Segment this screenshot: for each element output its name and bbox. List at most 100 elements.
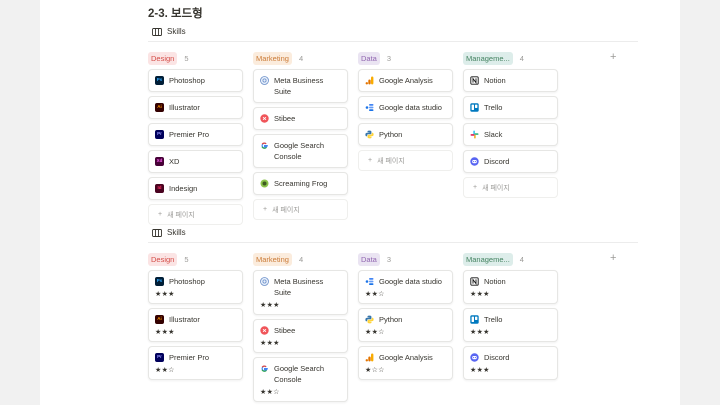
board-view-icon bbox=[152, 228, 162, 237]
board-column: Manageme... 4 Notion ★★★ Trello ★★★ Discord ★★★ bbox=[463, 252, 558, 384]
card-title: Meta Business Suite bbox=[274, 76, 324, 96]
card-title: Photoshop bbox=[169, 277, 205, 286]
google-analytics-icon bbox=[365, 353, 374, 362]
column-count: 5 bbox=[184, 254, 189, 264]
board-card[interactable]: Notion ★★★ bbox=[463, 270, 558, 304]
column-header[interactable]: Marketing 4 bbox=[253, 252, 348, 266]
stibee-icon bbox=[260, 326, 269, 335]
board-card[interactable]: Python ★★☆ bbox=[358, 308, 453, 342]
card-title: Photoshop bbox=[169, 76, 205, 85]
board-card[interactable]: Slack bbox=[463, 123, 558, 146]
column-label: Data bbox=[358, 51, 380, 65]
board-card[interactable]: Python bbox=[358, 123, 453, 146]
photoshop-icon: Ps bbox=[155, 277, 164, 286]
column-header[interactable]: Manageme... 4 bbox=[463, 252, 558, 266]
board-card[interactable]: Ps Photoshop ★★★ bbox=[148, 270, 243, 304]
card-title: Google Analysis bbox=[379, 353, 433, 362]
rating-stars: ★★★ bbox=[155, 291, 175, 298]
column-label: Design bbox=[148, 252, 178, 266]
card-title: Google Search Console bbox=[274, 364, 325, 384]
board-card[interactable]: Id Indesign bbox=[148, 177, 243, 200]
board-column: Manageme... 4 Notion Trello Slack Discord + 새 페… bbox=[463, 51, 558, 198]
rating-stars: ★★★ bbox=[260, 302, 280, 309]
rating-stars: ★★☆ bbox=[260, 389, 280, 396]
new-page-label: 새 페이지 bbox=[272, 206, 300, 214]
card-title: Stibee bbox=[274, 326, 296, 335]
board-card[interactable]: Discord ★★★ bbox=[463, 346, 558, 380]
card-title: Google Search Console bbox=[274, 141, 325, 161]
new-page-button[interactable]: + 새 페이지 bbox=[253, 199, 348, 220]
board-card[interactable]: Meta Business Suite ★★★ bbox=[253, 270, 348, 315]
column-header[interactable]: Manageme... 4 bbox=[463, 51, 558, 65]
board-card[interactable]: Trello ★★★ bbox=[463, 308, 558, 342]
card-title: Stibee bbox=[274, 114, 296, 123]
board-card[interactable]: Ps Photoshop bbox=[148, 69, 243, 92]
board-card[interactable]: Google data studio ★★☆ bbox=[358, 270, 453, 304]
notion-icon bbox=[470, 277, 479, 286]
rating-stars: ★★☆ bbox=[365, 329, 385, 336]
add-group-button[interactable]: + bbox=[610, 252, 616, 264]
board-card[interactable]: Google Analysis ★☆☆ bbox=[358, 346, 453, 380]
new-page-button[interactable]: + 새 페이지 bbox=[148, 204, 243, 225]
view-tab-skills[interactable]: Skills bbox=[152, 228, 186, 237]
column-header[interactable]: Data 3 bbox=[358, 51, 453, 65]
board-card[interactable]: Xd XD bbox=[148, 150, 243, 173]
board-card[interactable]: Google Analysis bbox=[358, 69, 453, 92]
data-studio-icon bbox=[365, 277, 374, 286]
board-card[interactable]: Screaming Frog bbox=[253, 172, 348, 195]
board-card[interactable]: Trello bbox=[463, 96, 558, 119]
slack-icon bbox=[470, 130, 479, 139]
board-card[interactable]: Google Search Console ★★☆ bbox=[253, 357, 348, 402]
card-title: Trello bbox=[484, 103, 503, 112]
view-tab-label: Skills bbox=[167, 27, 186, 36]
board-card[interactable]: Meta Business Suite bbox=[253, 69, 348, 103]
board-column: Data 3 Google data studio ★★☆ Python ★★☆ Googl… bbox=[358, 252, 453, 384]
column-label: Marketing bbox=[253, 51, 292, 65]
plus-icon: + bbox=[158, 211, 163, 218]
card-title: Premier Pro bbox=[169, 130, 210, 139]
new-page-label: 새 페이지 bbox=[482, 184, 510, 192]
view-divider bbox=[148, 242, 638, 243]
column-count: 4 bbox=[519, 254, 524, 264]
plus-icon: + bbox=[368, 157, 373, 164]
rating-stars: ★★★ bbox=[470, 291, 490, 298]
illustrator-icon: Ai bbox=[155, 103, 164, 112]
column-header[interactable]: Marketing 4 bbox=[253, 51, 348, 65]
column-label: Manageme... bbox=[463, 51, 513, 65]
board-card[interactable]: Pr Premier Pro bbox=[148, 123, 243, 146]
board-card[interactable]: Discord bbox=[463, 150, 558, 173]
new-page-label: 새 페이지 bbox=[377, 157, 405, 165]
card-title: Illustrator bbox=[169, 315, 200, 324]
card-title: Screaming Frog bbox=[274, 179, 328, 188]
meta-business-icon bbox=[260, 76, 269, 85]
card-title: Python bbox=[379, 130, 403, 139]
board-card[interactable]: Stibee bbox=[253, 107, 348, 130]
google-icon bbox=[260, 364, 269, 373]
premiere-pro-icon: Pr bbox=[155, 353, 164, 362]
column-header[interactable]: Data 3 bbox=[358, 252, 453, 266]
card-title: Illustrator bbox=[169, 103, 200, 112]
board-card[interactable]: Google data studio bbox=[358, 96, 453, 119]
new-page-button[interactable]: + 새 페이지 bbox=[358, 150, 453, 171]
board-card[interactable]: Ai Illustrator bbox=[148, 96, 243, 119]
photoshop-icon: Ps bbox=[155, 76, 164, 85]
column-header[interactable]: Design 5 bbox=[148, 252, 243, 266]
new-page-label: 새 페이지 bbox=[167, 211, 195, 219]
board-card[interactable]: Stibee ★★★ bbox=[253, 319, 348, 353]
board-card[interactable]: Notion bbox=[463, 69, 558, 92]
python-icon bbox=[365, 130, 374, 139]
view-divider bbox=[148, 41, 638, 42]
new-page-button[interactable]: + 새 페이지 bbox=[463, 177, 558, 198]
card-title: Slack bbox=[484, 130, 503, 139]
board-card[interactable]: Pr Premier Pro ★★☆ bbox=[148, 346, 243, 380]
board-card[interactable]: Google Search Console bbox=[253, 134, 348, 168]
column-header[interactable]: Design 5 bbox=[148, 51, 243, 65]
plus-icon: + bbox=[263, 206, 268, 213]
data-studio-icon bbox=[365, 103, 374, 112]
card-title: Google data studio bbox=[379, 103, 442, 112]
board-card[interactable]: Ai Illustrator ★★★ bbox=[148, 308, 243, 342]
view-tab-skills[interactable]: Skills bbox=[152, 27, 186, 36]
add-group-button[interactable]: + bbox=[610, 51, 616, 63]
view-tab-label: Skills bbox=[167, 228, 186, 237]
google-icon bbox=[260, 141, 269, 150]
